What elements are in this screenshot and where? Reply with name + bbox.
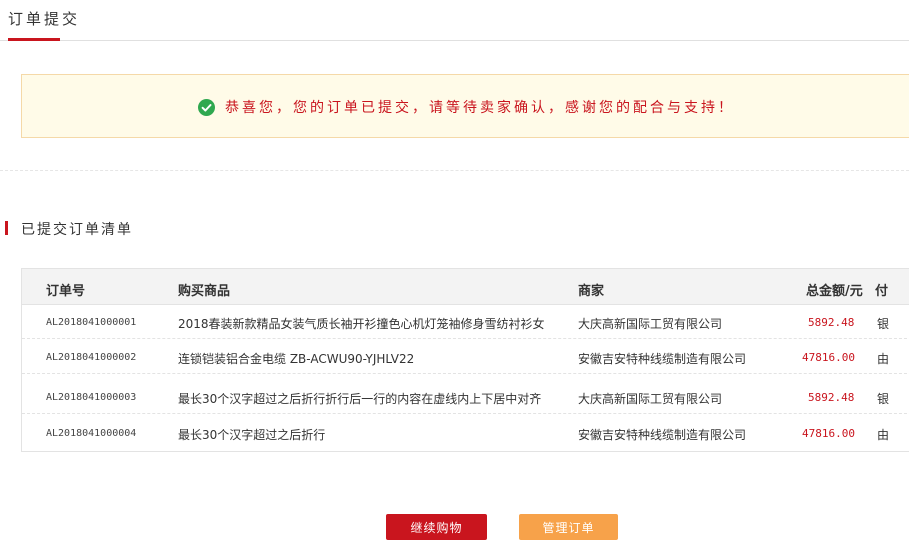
amount-cell: 47816.00: [802, 351, 855, 364]
table-header: 订单号 购买商品 商家 总金额/元 付: [22, 269, 909, 305]
table-row: AL2018041000002 连锁铠装铝合金电缆 ZB-ACWU90-YJHL…: [22, 340, 909, 374]
section-marker: [5, 221, 8, 235]
payment-cell: 银: [877, 392, 890, 406]
check-circle-icon: [198, 99, 215, 116]
seller-cell[interactable]: 大庆高新国际工贸有限公司: [578, 390, 722, 407]
seller-cell[interactable]: 大庆高新国际工贸有限公司: [578, 315, 722, 332]
order-id-cell: AL2018041000001: [46, 317, 137, 328]
tab-active-indicator: [8, 38, 60, 41]
seller-cell[interactable]: 安徽吉安特种线缆制造有限公司: [578, 350, 746, 367]
amount-cell: 47816.00: [802, 427, 855, 440]
table-row: AL2018041000004 最长30个汉字超过之后折行 安徽吉安特种线缆制造…: [22, 416, 909, 450]
payment-cell: 银: [877, 317, 890, 331]
seller-cell[interactable]: 安徽吉安特种线缆制造有限公司: [578, 426, 746, 443]
amount-cell: 5892.48: [808, 316, 855, 329]
header-product: 购买商品: [178, 284, 231, 299]
product-cell[interactable]: 最长30个汉字超过之后折行: [178, 426, 325, 443]
amount-cell: 5892.48: [808, 391, 855, 404]
header-amount: 总金额/元: [806, 284, 863, 299]
section-divider: [0, 170, 909, 171]
table-row: AL2018041000001 2018春装新款精品女装气质长袖开衫撞色心机灯笼…: [22, 305, 909, 339]
header-seller: 商家: [578, 284, 605, 299]
table-row: AL2018041000003 最长30个汉字超过之后折行折行后一行的内容在虚线…: [22, 380, 909, 414]
order-id-cell: AL2018041000004: [46, 428, 137, 439]
tab-bar: 订单提交: [0, 0, 909, 41]
section-title: 已提交订单清单: [21, 222, 133, 238]
product-cell[interactable]: 2018春装新款精品女装气质长袖开衫撞色心机灯笼袖修身雪纺衬衫女: [178, 315, 545, 332]
product-cell[interactable]: 最长30个汉字超过之后折行折行后一行的内容在虚线内上下居中对齐: [178, 390, 541, 407]
header-order-id: 订单号: [46, 284, 86, 299]
continue-shopping-button[interactable]: 继续购物: [386, 514, 487, 540]
tab-order-submit[interactable]: 订单提交: [8, 8, 80, 29]
payment-cell: 由: [877, 352, 890, 366]
header-payment: 付: [875, 284, 889, 299]
payment-cell: 由: [877, 428, 890, 442]
manage-orders-button[interactable]: 管理订单: [519, 514, 618, 540]
orders-table: 订单号 购买商品 商家 总金额/元 付 AL2018041000001 2018…: [21, 268, 909, 452]
order-id-cell: AL2018041000002: [46, 352, 137, 363]
success-notice: 恭喜您，您的订单已提交，请等待卖家确认，感谢您的配合与支持！: [21, 74, 909, 138]
order-id-cell: AL2018041000003: [46, 392, 137, 403]
success-message: 恭喜您，您的订单已提交，请等待卖家确认，感谢您的配合与支持！: [225, 100, 735, 116]
product-cell[interactable]: 连锁铠装铝合金电缆 ZB-ACWU90-YJHLV22: [178, 350, 414, 367]
